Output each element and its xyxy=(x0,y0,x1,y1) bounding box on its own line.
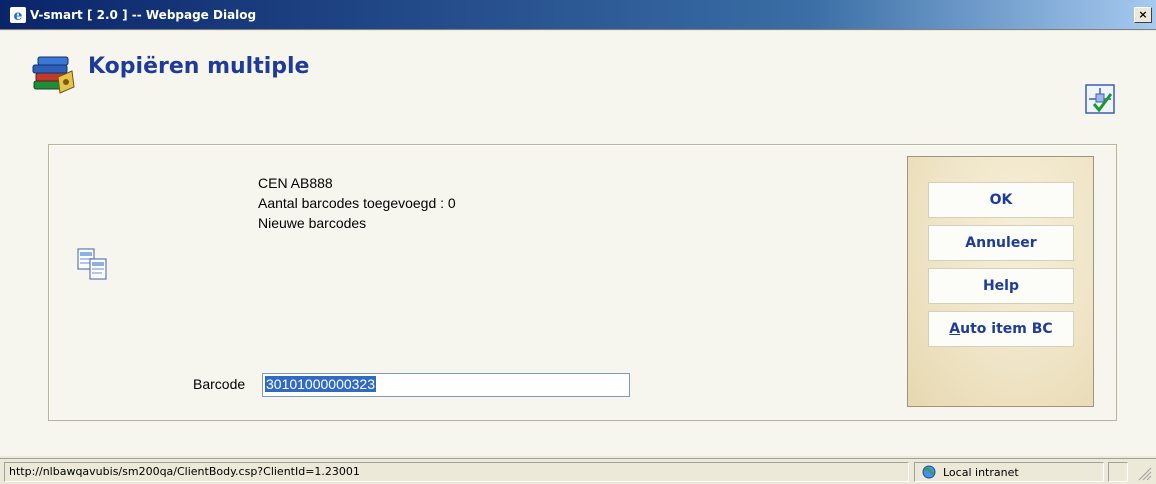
books-icon xyxy=(32,56,75,94)
window-titlebar: e V-smart [ 2.0 ] -- Webpage Dialog × xyxy=(0,0,1156,30)
intranet-globe-icon xyxy=(922,465,936,479)
item-code: CEN AB888 xyxy=(258,175,333,191)
copy-documents-icon xyxy=(77,248,107,280)
auto-item-bc-accesskey: A xyxy=(949,321,961,337)
cancel-button[interactable]: Annuleer xyxy=(928,225,1074,261)
auto-item-bc-button[interactable]: Auto item BC xyxy=(928,311,1074,347)
zone-label: Local intranet xyxy=(943,466,1019,479)
status-url: http://nlbawqavubis/sm200qa/ClientBody.c… xyxy=(4,462,909,482)
internet-explorer-icon: e xyxy=(10,7,26,23)
svg-text:e: e xyxy=(14,8,23,23)
security-zone: Local intranet xyxy=(914,462,1104,482)
barcodes-added-count: Aantal barcodes toegevoegd : 0 xyxy=(258,195,456,211)
resize-grip-icon[interactable] xyxy=(1136,465,1152,481)
status-panel xyxy=(1108,462,1128,482)
close-button[interactable]: × xyxy=(1134,7,1152,23)
help-button[interactable]: Help xyxy=(928,268,1074,304)
new-barcodes-label: Nieuwe barcodes xyxy=(258,215,367,231)
barcode-input[interactable]: 30101000000323 xyxy=(262,373,630,397)
barcode-value: 30101000000323 xyxy=(265,376,377,392)
barcode-label: Barcode xyxy=(193,376,246,392)
window-title: V-smart [ 2.0 ] -- Webpage Dialog xyxy=(30,8,257,22)
status-bar: http://nlbawqavubis/sm200qa/ClientBody.c… xyxy=(0,458,1156,484)
workflow-check-icon[interactable] xyxy=(1085,84,1115,114)
auto-item-bc-label: uto item BC xyxy=(960,321,1053,337)
page-title: Kopiëren multiple xyxy=(88,54,310,79)
ok-button[interactable]: OK xyxy=(928,182,1074,218)
